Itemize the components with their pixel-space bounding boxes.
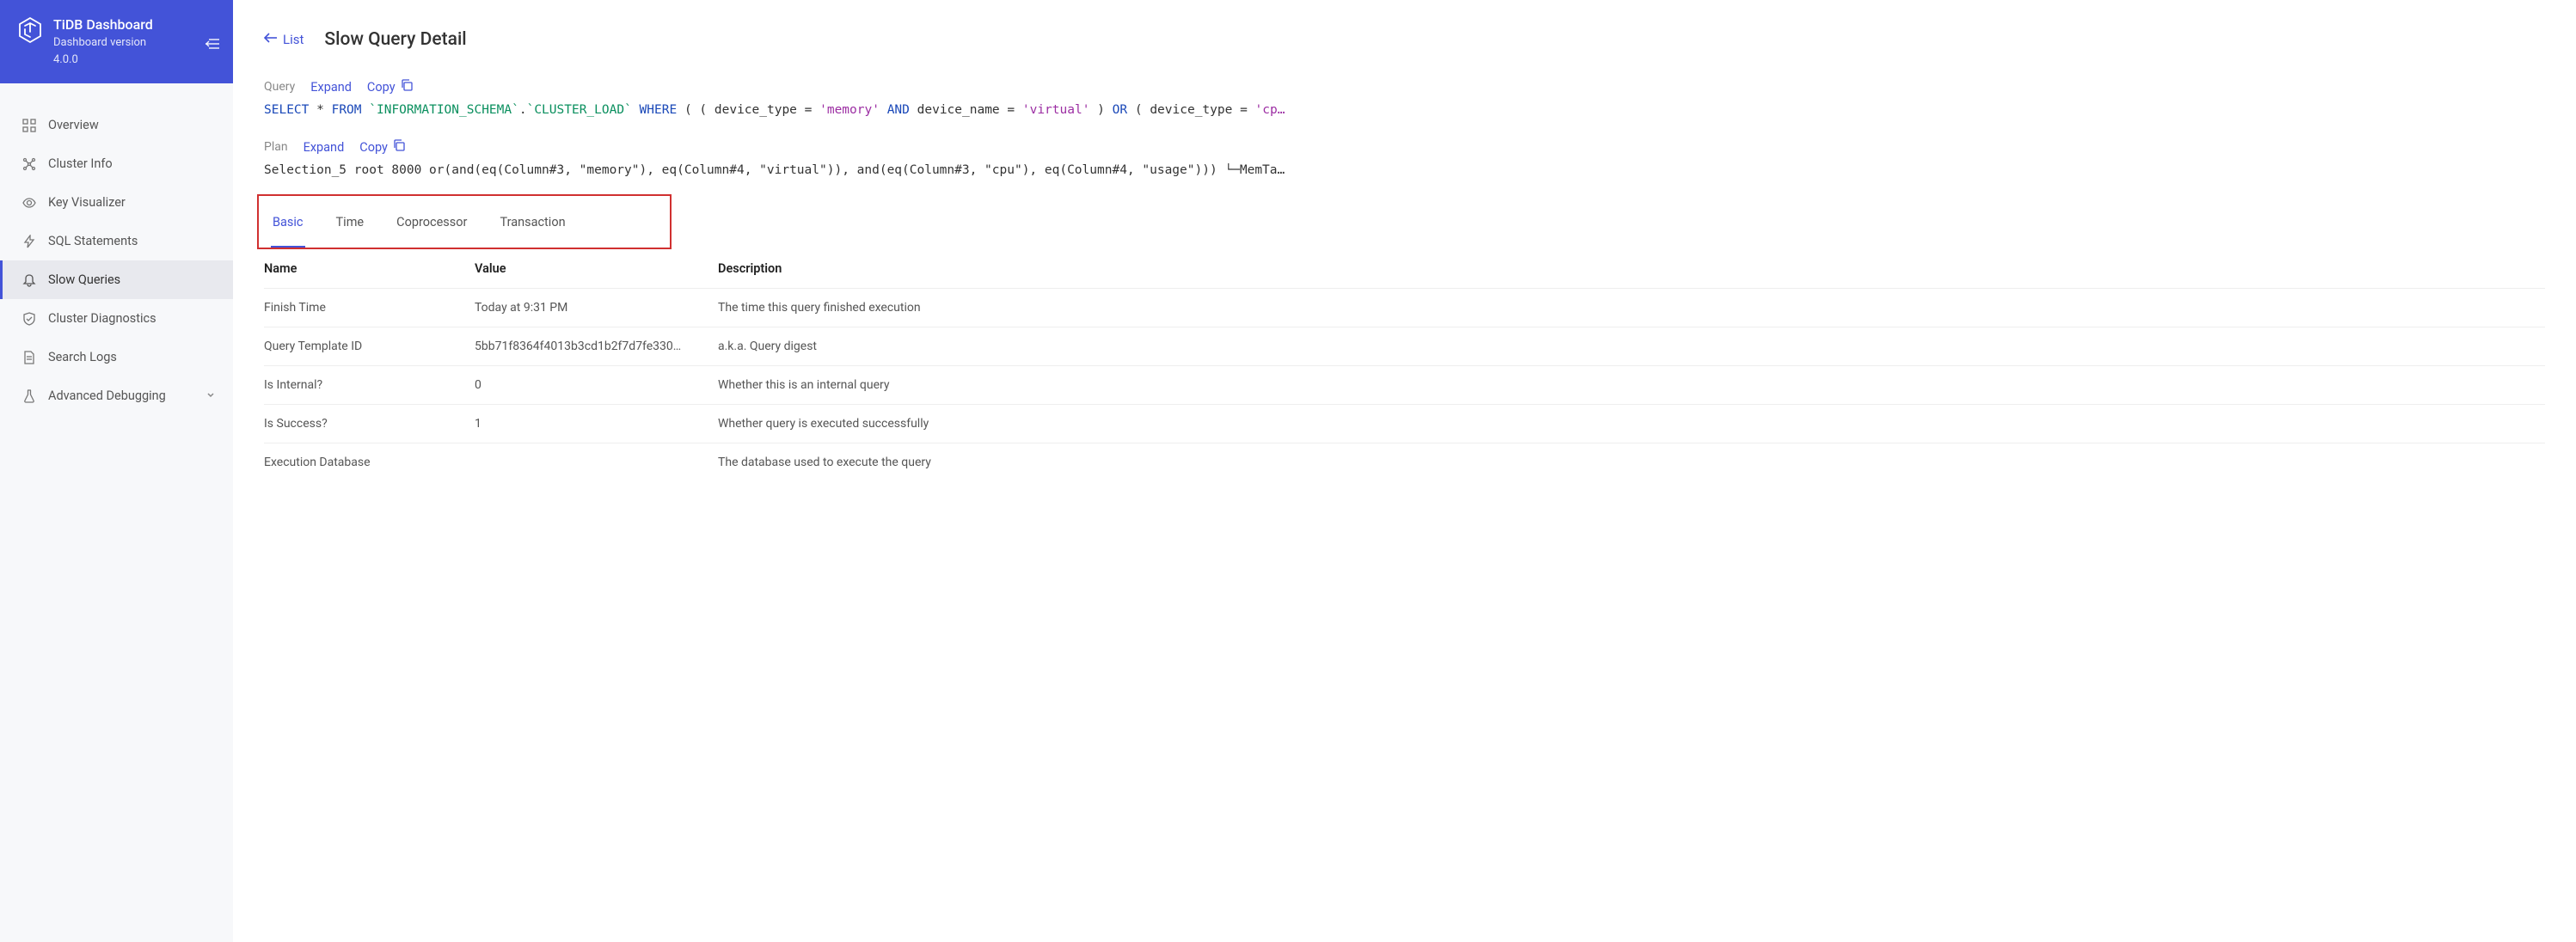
cell-name: Query Template ID: [264, 339, 475, 353]
cell-name: Is Internal?: [264, 378, 475, 392]
query-section-header: Query Expand Copy: [264, 79, 2545, 95]
chevron-down-icon: [205, 388, 216, 403]
cell-name: Finish Time: [264, 301, 475, 315]
detail-table: Name Value Description Finish Time Today…: [264, 249, 2545, 481]
plan-copy-link[interactable]: Copy: [359, 139, 405, 155]
sidebar-item-advanced-debugging[interactable]: Advanced Debugging: [0, 376, 233, 415]
sidebar-collapse-button[interactable]: [205, 38, 219, 53]
cell-value: Today at 9:31 PM: [475, 301, 718, 315]
sidebar-item-key-visualizer[interactable]: Key Visualizer: [0, 183, 233, 222]
shield-icon: [22, 312, 36, 326]
plan-text: Selection_5 root 8000 or(and(eq(Column#3…: [264, 163, 2545, 177]
cell-description: The time this query finished execution: [718, 301, 2545, 315]
cell-value: 5bb71f8364f4013b3cd1b2f7d7fe330…: [475, 339, 718, 353]
copy-icon: [393, 139, 405, 155]
tab-coprocessor[interactable]: Coprocessor: [395, 196, 469, 248]
file-icon: [22, 351, 36, 364]
copy-link-label: Copy: [367, 80, 396, 95]
plan-expand-link[interactable]: Expand: [304, 140, 345, 155]
app-subtitle: Dashboard version: [53, 34, 153, 52]
sidebar-item-slow-queries[interactable]: Slow Queries: [0, 260, 233, 299]
cell-value: [475, 456, 718, 469]
arrow-left-icon: [264, 32, 278, 47]
table-row: Is Internal? 0 Whether this is an intern…: [264, 365, 2545, 404]
page-title: Slow Query Detail: [324, 29, 466, 50]
lightning-icon: [22, 235, 36, 248]
sidebar-item-label: Advanced Debugging: [48, 388, 166, 403]
sidebar-item-search-logs[interactable]: Search Logs: [0, 338, 233, 376]
sidebar-item-label: SQL Statements: [48, 234, 138, 248]
overview-icon: [22, 119, 36, 132]
bell-icon: [22, 273, 36, 287]
back-to-list-link[interactable]: List: [264, 32, 304, 47]
sidebar-header: TiDB Dashboard Dashboard version 4.0.0: [0, 0, 233, 83]
cell-value: 1: [475, 417, 718, 431]
sidebar-item-label: Overview: [48, 118, 99, 132]
cell-description: Whether this is an internal query: [718, 378, 2545, 392]
back-link-label: List: [283, 32, 304, 47]
cell-value: 0: [475, 378, 718, 392]
plan-label: Plan: [264, 140, 288, 154]
detail-tabs: Basic Time Coprocessor Transaction: [271, 196, 658, 248]
copy-link-label: Copy: [359, 140, 388, 155]
tabs-highlight-box: Basic Time Coprocessor Transaction: [257, 194, 672, 249]
sidebar-item-overview[interactable]: Overview: [0, 106, 233, 144]
cell-name: Execution Database: [264, 456, 475, 469]
sidebar-item-label: Slow Queries: [48, 272, 120, 287]
page-header: List Slow Query Detail: [264, 29, 2545, 50]
app-version: 4.0.0: [53, 52, 153, 69]
cell-description: The database used to execute the query: [718, 456, 2545, 469]
cluster-icon: [22, 157, 36, 171]
sidebar: TiDB Dashboard Dashboard version 4.0.0 O…: [0, 0, 233, 942]
table-row: Execution Database The database used to …: [264, 443, 2545, 481]
header-description: Description: [718, 261, 2545, 276]
app-title: TiDB Dashboard: [53, 15, 153, 34]
sidebar-item-label: Cluster Info: [48, 156, 113, 171]
cell-description: a.k.a. Query digest: [718, 339, 2545, 353]
header-name: Name: [264, 261, 475, 276]
table-header-row: Name Value Description: [264, 249, 2545, 288]
header-value: Value: [475, 261, 718, 276]
flask-icon: [22, 389, 36, 403]
sidebar-item-label: Cluster Diagnostics: [48, 311, 156, 326]
sidebar-nav: Overview Cluster Info Key Visualizer SQL…: [0, 83, 233, 415]
query-copy-link[interactable]: Copy: [367, 79, 413, 95]
query-expand-link[interactable]: Expand: [310, 80, 352, 95]
sidebar-item-label: Key Visualizer: [48, 195, 126, 210]
query-label: Query: [264, 80, 295, 94]
main-content: List Slow Query Detail Query Expand Copy…: [233, 0, 2576, 942]
table-row: Query Template ID 5bb71f8364f4013b3cd1b2…: [264, 327, 2545, 365]
plan-section-header: Plan Expand Copy: [264, 139, 2545, 155]
table-row: Finish Time Today at 9:31 PM The time th…: [264, 288, 2545, 327]
sidebar-item-label: Search Logs: [48, 350, 117, 364]
cell-name: Is Success?: [264, 417, 475, 431]
sidebar-item-cluster-diagnostics[interactable]: Cluster Diagnostics: [0, 299, 233, 338]
tab-transaction[interactable]: Transaction: [498, 196, 567, 248]
sidebar-item-cluster-info[interactable]: Cluster Info: [0, 144, 233, 183]
eye-icon: [22, 196, 36, 210]
tab-basic[interactable]: Basic: [271, 196, 305, 248]
tidb-logo-icon: [17, 17, 43, 46]
copy-icon: [401, 79, 413, 95]
query-sql: SELECT * FROM `INFORMATION_SCHEMA`.`CLUS…: [264, 103, 2545, 117]
table-row: Is Success? 1 Whether query is executed …: [264, 404, 2545, 443]
cell-description: Whether query is executed successfully: [718, 417, 2545, 431]
sidebar-item-sql-statements[interactable]: SQL Statements: [0, 222, 233, 260]
tab-time[interactable]: Time: [334, 196, 366, 248]
